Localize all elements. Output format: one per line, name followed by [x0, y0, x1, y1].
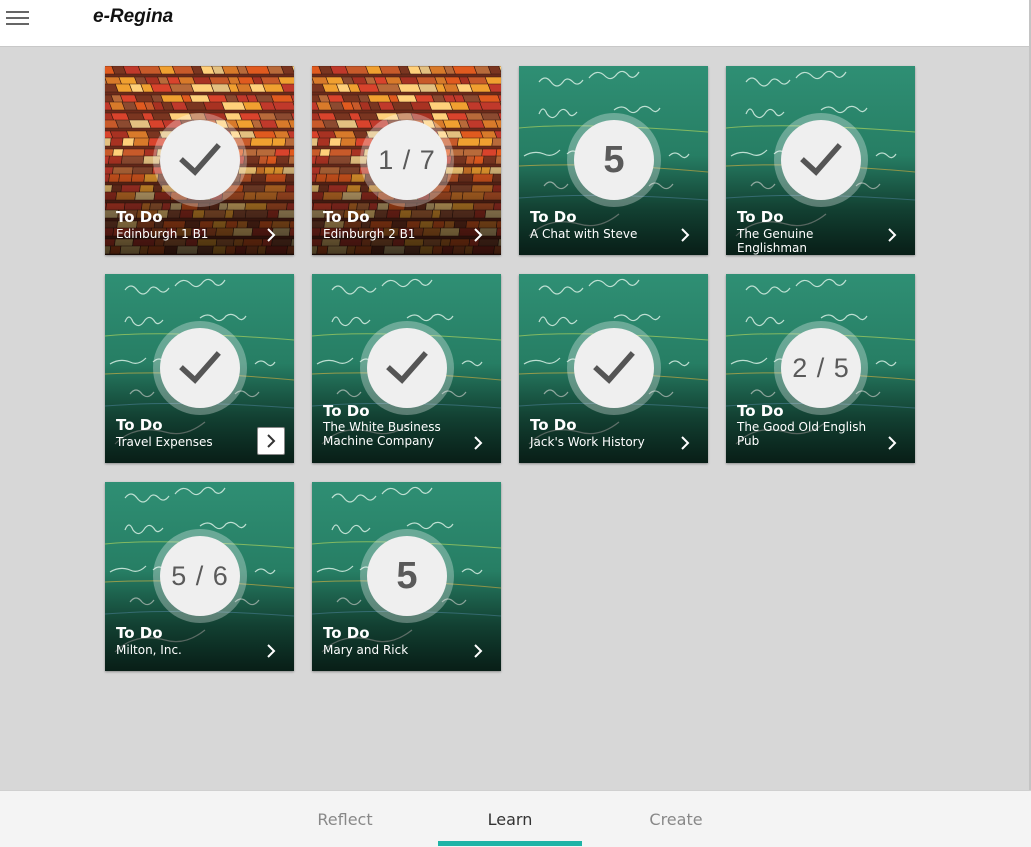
completed-badge	[160, 120, 240, 200]
checkmark-icon	[800, 143, 842, 176]
app-header: e-Regina	[0, 0, 1029, 47]
completed-badge	[160, 328, 240, 408]
chevron-right-icon[interactable]	[471, 227, 485, 242]
lesson-tile[interactable]: 5 To Do Mary and Rick	[312, 482, 501, 671]
checkmark-icon	[386, 351, 428, 384]
chevron-right-icon[interactable]	[471, 643, 485, 658]
completed-badge	[574, 328, 654, 408]
badge-text: 1 / 7	[378, 144, 436, 175]
tile-status: To Do	[116, 624, 163, 642]
tile-name: The Genuine Englishman	[737, 227, 814, 255]
lesson-tile[interactable]: To Do Jack's Work History	[519, 274, 708, 463]
tile-name: Jack's Work History	[530, 435, 645, 449]
tile-name: The White Business Machine Company	[323, 420, 441, 448]
badge-text: 5 / 6	[171, 560, 229, 591]
lesson-tile[interactable]: 5 To Do A Chat with Steve	[519, 66, 708, 255]
checkmark-icon	[179, 351, 221, 384]
app-title: e-Regina	[93, 6, 174, 27]
lesson-tile[interactable]: To Do The White Business Machine Company	[312, 274, 501, 463]
progress-badge: 5 / 6	[160, 536, 240, 616]
lesson-tile[interactable]: To Do The Genuine Englishman	[726, 66, 915, 255]
chevron-right-icon[interactable]	[264, 643, 278, 658]
tile-name: The Good Old English Pub	[737, 420, 867, 448]
lesson-tile[interactable]: 2 / 5 To Do The Good Old English Pub	[726, 274, 915, 463]
tile-name: Edinburgh 2 B1	[323, 227, 416, 241]
lesson-tile[interactable]: To Do Travel Expenses	[105, 274, 294, 463]
checkmark-icon	[179, 143, 221, 176]
bottom-navigation: Reflect Learn Create	[0, 790, 1031, 847]
chevron-right-icon[interactable]	[678, 435, 692, 450]
tile-status: To Do	[737, 402, 784, 420]
tile-status: To Do	[323, 208, 370, 226]
chevron-right-icon[interactable]	[885, 435, 899, 450]
hamburger-menu-icon[interactable]	[6, 11, 29, 27]
chevron-right-icon[interactable]	[678, 227, 692, 242]
chevron-right-icon[interactable]	[264, 227, 278, 242]
tile-status: To Do	[323, 402, 370, 420]
tile-status: To Do	[530, 416, 577, 434]
tile-status: To Do	[323, 624, 370, 642]
chevron-right-icon[interactable]	[257, 427, 285, 455]
tile-name: Edinburgh 1 B1	[116, 227, 209, 241]
lesson-tile[interactable]: To Do Edinburgh 1 B1	[105, 66, 294, 255]
tab-create[interactable]: Create	[604, 810, 748, 829]
tile-status: To Do	[116, 416, 163, 434]
completed-badge	[781, 120, 861, 200]
chevron-right-icon[interactable]	[885, 227, 899, 242]
lesson-tile[interactable]: 5 / 6 To Do Milton, Inc.	[105, 482, 294, 671]
tile-status: To Do	[737, 208, 784, 226]
tile-status: To Do	[530, 208, 577, 226]
badge-text: 2 / 5	[792, 352, 850, 383]
count-badge: 5	[367, 536, 447, 616]
tile-name: Milton, Inc.	[116, 643, 182, 657]
badge-text: 5	[603, 138, 625, 181]
completed-badge	[367, 328, 447, 408]
tile-name: Mary and Rick	[323, 643, 409, 657]
count-badge: 5	[574, 120, 654, 200]
tab-learn[interactable]: Learn	[438, 810, 582, 829]
tile-name: Travel Expenses	[116, 435, 213, 449]
progress-badge: 2 / 5	[781, 328, 861, 408]
active-tab-indicator	[438, 841, 582, 846]
tab-reflect[interactable]: Reflect	[273, 810, 417, 829]
checkmark-icon	[593, 351, 635, 384]
tile-name: A Chat with Steve	[530, 227, 638, 241]
badge-text: 5	[396, 554, 418, 597]
progress-badge: 1 / 7	[367, 120, 447, 200]
tile-status: To Do	[116, 208, 163, 226]
lesson-tile[interactable]: 1 / 7 To Do Edinburgh 2 B1	[312, 66, 501, 255]
chevron-right-icon[interactable]	[471, 435, 485, 450]
